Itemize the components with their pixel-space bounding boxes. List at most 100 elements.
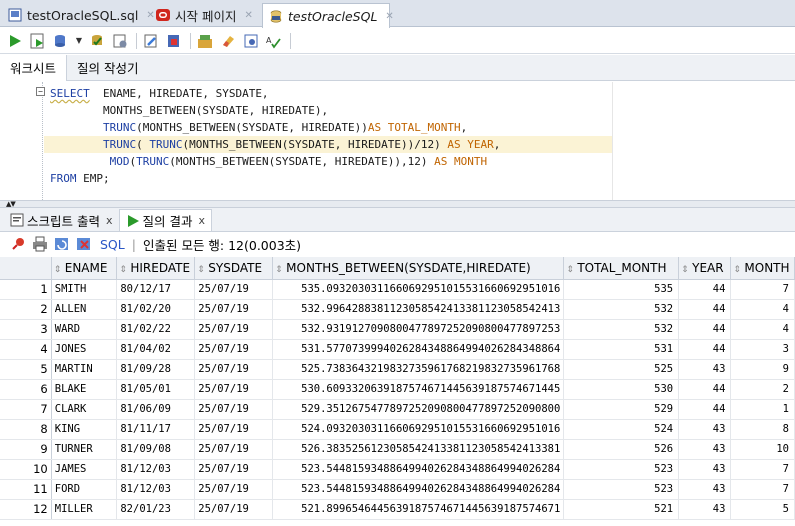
cell-sysdate[interactable]: 25/07/19 bbox=[194, 439, 274, 460]
cell-hiredate[interactable]: 81/06/09 bbox=[116, 399, 196, 420]
cell-year[interactable]: 44 bbox=[678, 339, 732, 360]
sql-code-line[interactable]: MONTHS_BETWEEN(SYSDATE, HIREDATE), bbox=[50, 102, 328, 119]
cell-total-month[interactable]: 521 bbox=[563, 499, 680, 520]
cell-total-month[interactable]: 529 bbox=[563, 399, 680, 420]
sql-code-line[interactable]: TRUNC( TRUNC(MONTHS_BETWEEN(SYSDATE, HIR… bbox=[44, 136, 612, 153]
pane-splitter[interactable]: ▲▼ bbox=[0, 200, 795, 208]
row-number[interactable]: 4 bbox=[0, 339, 52, 360]
cell-sysdate[interactable]: 25/07/19 bbox=[194, 419, 274, 440]
export-button[interactable] bbox=[76, 236, 92, 252]
cell-sysdate[interactable]: 25/07/19 bbox=[194, 379, 274, 400]
cell-ename[interactable]: BLAKE bbox=[51, 379, 118, 400]
cancel-button[interactable] bbox=[142, 32, 160, 50]
cell-hiredate[interactable]: 81/05/01 bbox=[116, 379, 196, 400]
column-header-year[interactable]: ⇕ YEAR bbox=[678, 257, 732, 280]
row-number[interactable]: 8 bbox=[0, 419, 52, 440]
pin-button[interactable] bbox=[10, 236, 26, 252]
spelling-button[interactable]: A bbox=[265, 32, 283, 50]
cell-months-between[interactable]: 525.738364321983273596176821983273596176… bbox=[272, 359, 565, 380]
row-number[interactable]: 3 bbox=[0, 319, 52, 340]
tab-sql-file[interactable]: testOracleSQL.sql ✕ bbox=[2, 3, 155, 27]
cell-months-between[interactable]: 535.093203031166069295101553166069295101… bbox=[272, 279, 565, 300]
cell-year[interactable]: 43 bbox=[678, 499, 732, 520]
sql-tuning-button[interactable] bbox=[165, 32, 183, 50]
sql-editor[interactable]: − SELECT ENAME, HIREDATE, SYSDATE, MONTH… bbox=[0, 82, 795, 200]
cell-months-between[interactable]: 523.544815934886499402628434886499402628… bbox=[272, 479, 565, 500]
table-row[interactable]: 7 CLARK 81/06/09 25/07/19 529.35126754778972… bbox=[0, 399, 795, 420]
cell-year[interactable]: 43 bbox=[678, 479, 732, 500]
row-number[interactable]: 10 bbox=[0, 459, 52, 480]
cell-hiredate[interactable]: 81/09/28 bbox=[116, 359, 196, 380]
cell-ename[interactable]: MILLER bbox=[51, 499, 118, 520]
cell-ename[interactable]: TURNER bbox=[51, 439, 118, 460]
cell-ename[interactable]: CLARK bbox=[51, 399, 118, 420]
print-button[interactable] bbox=[32, 236, 48, 252]
cell-sysdate[interactable]: 25/07/19 bbox=[194, 359, 274, 380]
cell-year[interactable]: 43 bbox=[678, 359, 732, 380]
dropdown-arrow[interactable]: ▼ bbox=[75, 32, 83, 50]
cell-year[interactable]: 44 bbox=[678, 279, 732, 300]
cell-sysdate[interactable]: 25/07/19 bbox=[194, 399, 274, 420]
row-number[interactable]: 1 bbox=[0, 279, 52, 300]
cell-total-month[interactable]: 530 bbox=[563, 379, 680, 400]
column-header-hiredate[interactable]: ⇕ HIREDATE bbox=[116, 257, 196, 280]
cell-sysdate[interactable]: 25/07/19 bbox=[194, 499, 274, 520]
cell-ename[interactable]: JONES bbox=[51, 339, 118, 360]
close-icon[interactable]: ✕ bbox=[385, 11, 393, 22]
cell-month[interactable]: 7 bbox=[730, 479, 795, 500]
cell-year[interactable]: 44 bbox=[678, 399, 732, 420]
cell-month[interactable]: 1 bbox=[730, 399, 795, 420]
table-row[interactable]: 3 WARD 81/02/22 25/07/19 532.931912709080047… bbox=[0, 319, 795, 340]
commit-button[interactable] bbox=[88, 32, 106, 50]
cell-ename[interactable]: WARD bbox=[51, 319, 118, 340]
cell-year[interactable]: 44 bbox=[678, 319, 732, 340]
cell-month[interactable]: 7 bbox=[730, 459, 795, 480]
cell-total-month[interactable]: 526 bbox=[563, 439, 680, 460]
cell-months-between[interactable]: 523.544815934886499402628434886499402628… bbox=[272, 459, 565, 480]
cell-sysdate[interactable]: 25/07/19 bbox=[194, 279, 274, 300]
tab-query-builder[interactable]: 질의 작성기 bbox=[67, 55, 148, 81]
sql-code-line[interactable]: MOD(TRUNC(MONTHS_BETWEEN(SYSDATE, HIREDA… bbox=[50, 153, 488, 170]
cell-hiredate[interactable]: 81/04/02 bbox=[116, 339, 196, 360]
cell-ename[interactable]: SMITH bbox=[51, 279, 118, 300]
table-row[interactable]: 9 TURNER 81/09/08 25/07/19 526.3835256123058… bbox=[0, 439, 795, 460]
table-row[interactable]: 1 SMITH 80/12/17 25/07/19 535.09320303116606… bbox=[0, 279, 795, 300]
row-number[interactable]: 11 bbox=[0, 479, 52, 500]
cell-ename[interactable]: JAMES bbox=[51, 459, 118, 480]
sql-code-line[interactable]: SELECT ENAME, HIREDATE, SYSDATE, bbox=[50, 85, 269, 102]
tab-sql-connection[interactable]: testOracleSQL ✕ bbox=[262, 3, 394, 28]
cell-total-month[interactable]: 532 bbox=[563, 319, 680, 340]
cell-sysdate[interactable]: 25/07/19 bbox=[194, 299, 274, 320]
row-number[interactable]: 7 bbox=[0, 399, 52, 420]
cell-total-month[interactable]: 535 bbox=[563, 279, 680, 300]
cell-hiredate[interactable]: 81/12/03 bbox=[116, 479, 196, 500]
column-header-sysdate[interactable]: ⇕ SYSDATE bbox=[194, 257, 274, 280]
close-icon[interactable]: x bbox=[106, 214, 113, 227]
cell-months-between[interactable]: 532.996428838112305854241338112305854241… bbox=[272, 299, 565, 320]
collapse-arrows-icon[interactable]: ▲▼ bbox=[6, 200, 16, 208]
table-row[interactable]: 8 KING 81/11/17 25/07/19 524.093203031166069… bbox=[0, 419, 795, 440]
table-row[interactable]: 12 MILLER 82/01/23 25/07/19 521.899654644563… bbox=[0, 499, 795, 520]
cell-month[interactable]: 4 bbox=[730, 299, 795, 320]
cell-month[interactable]: 7 bbox=[730, 279, 795, 300]
cell-ename[interactable]: MARTIN bbox=[51, 359, 118, 380]
tab-start-page[interactable]: 시작 페이지 ✕ bbox=[150, 3, 260, 27]
table-row[interactable]: 4 JONES 81/04/02 25/07/19 531.57707399940262… bbox=[0, 339, 795, 360]
cell-total-month[interactable]: 525 bbox=[563, 359, 680, 380]
row-number[interactable]: 9 bbox=[0, 439, 52, 460]
sql-history-button[interactable] bbox=[196, 32, 214, 50]
cell-months-between[interactable]: 529.351267547789725209080047789725209080… bbox=[272, 399, 565, 420]
cell-hiredate[interactable]: 81/02/22 bbox=[116, 319, 196, 340]
cell-total-month[interactable]: 524 bbox=[563, 419, 680, 440]
table-row[interactable]: 10 JAMES 81/12/03 25/07/19 523.5448159348864… bbox=[0, 459, 795, 480]
run-statement-button[interactable] bbox=[6, 32, 24, 50]
tab-script-output[interactable]: 스크립트 출력 x bbox=[4, 209, 119, 231]
cell-months-between[interactable]: 531.577073999402628434886499402628434886… bbox=[272, 339, 565, 360]
cell-year[interactable]: 44 bbox=[678, 379, 732, 400]
close-icon[interactable]: ✕ bbox=[244, 10, 252, 21]
table-row[interactable]: 2 ALLEN 81/02/20 25/07/19 532.99642883811230… bbox=[0, 299, 795, 320]
row-number[interactable]: 2 bbox=[0, 299, 52, 320]
cell-hiredate[interactable]: 81/02/20 bbox=[116, 299, 196, 320]
rollback-button[interactable] bbox=[111, 32, 129, 50]
autotrace-button[interactable] bbox=[52, 32, 70, 50]
